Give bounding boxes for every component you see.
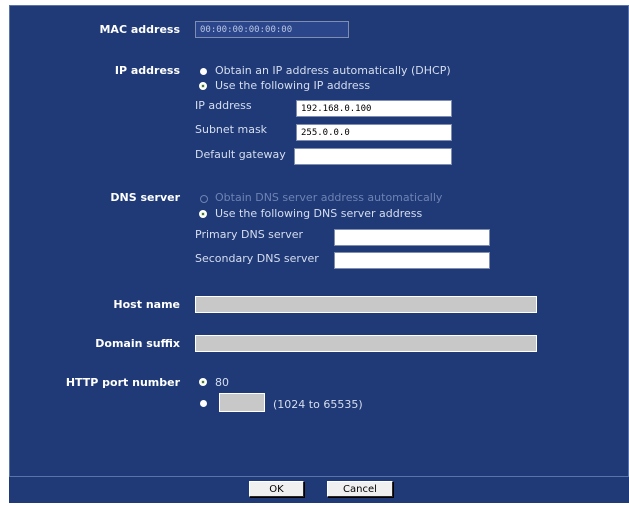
ip-address-section-label: IP address [114,64,180,77]
ip-address-field-label: IP address [195,99,252,112]
dns-server-section-label: DNS server [110,191,180,204]
mac-address-label: MAC address [99,23,180,36]
default-gateway-label: Default gateway [195,148,286,161]
cancel-button[interactable]: Cancel [327,481,393,497]
button-bar: OK Cancel [9,477,629,503]
network-settings-panel: MAC address IP address Obtain an IP addr… [9,5,629,477]
primary-dns-input[interactable] [334,229,490,246]
dns-manual-radio[interactable] [199,210,207,218]
http-port-default-radio[interactable] [199,378,207,386]
subnet-mask-input[interactable] [296,124,452,141]
static-ip-radio[interactable] [199,82,207,90]
dns-manual-option-label: Use the following DNS server address [215,207,423,220]
dhcp-radio[interactable] [200,68,207,75]
secondary-dns-label: Secondary DNS server [195,252,319,265]
subnet-mask-label: Subnet mask [195,123,268,136]
dns-auto-radio [200,195,208,203]
ok-button[interactable]: OK [249,481,304,497]
static-ip-option-label: Use the following IP address [215,79,371,92]
dns-auto-option-label: Obtain DNS server address automatically [215,191,443,204]
host-name-label: Host name [113,298,180,311]
http-port-custom-radio[interactable] [200,400,207,407]
http-port-default-value: 80 [215,376,229,389]
default-gateway-input[interactable] [294,148,452,165]
dhcp-option-label: Obtain an IP address automatically (DHCP… [215,64,451,77]
primary-dns-label: Primary DNS server [195,228,304,241]
secondary-dns-input[interactable] [334,252,490,269]
domain-suffix-input [195,335,537,352]
http-port-label: HTTP port number [65,376,180,389]
mac-address-field [195,21,349,38]
host-name-input [195,296,537,313]
http-port-custom-input [219,393,265,412]
ip-address-input[interactable] [296,100,452,117]
domain-suffix-label: Domain suffix [95,337,180,350]
http-port-range-hint: (1024 to 65535) [273,398,363,411]
